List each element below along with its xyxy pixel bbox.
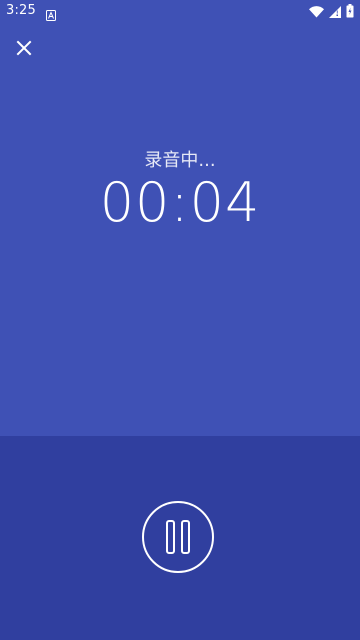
recording-timer: 00:04	[99, 171, 261, 234]
close-button[interactable]	[12, 36, 36, 60]
wifi-icon	[309, 3, 324, 22]
status-bar: 3:25	[0, 0, 360, 24]
notification-a-icon	[46, 6, 56, 21]
battery-icon	[346, 3, 354, 22]
pause-button[interactable]	[142, 501, 214, 573]
status-time: 3:25	[6, 3, 36, 18]
signal-icon	[329, 3, 341, 22]
status-icons	[309, 3, 354, 22]
pause-icon	[166, 520, 190, 554]
close-icon	[16, 40, 32, 56]
controls-panel	[0, 436, 360, 640]
recording-screen: 3:25 录音中... 00:04	[0, 0, 360, 640]
